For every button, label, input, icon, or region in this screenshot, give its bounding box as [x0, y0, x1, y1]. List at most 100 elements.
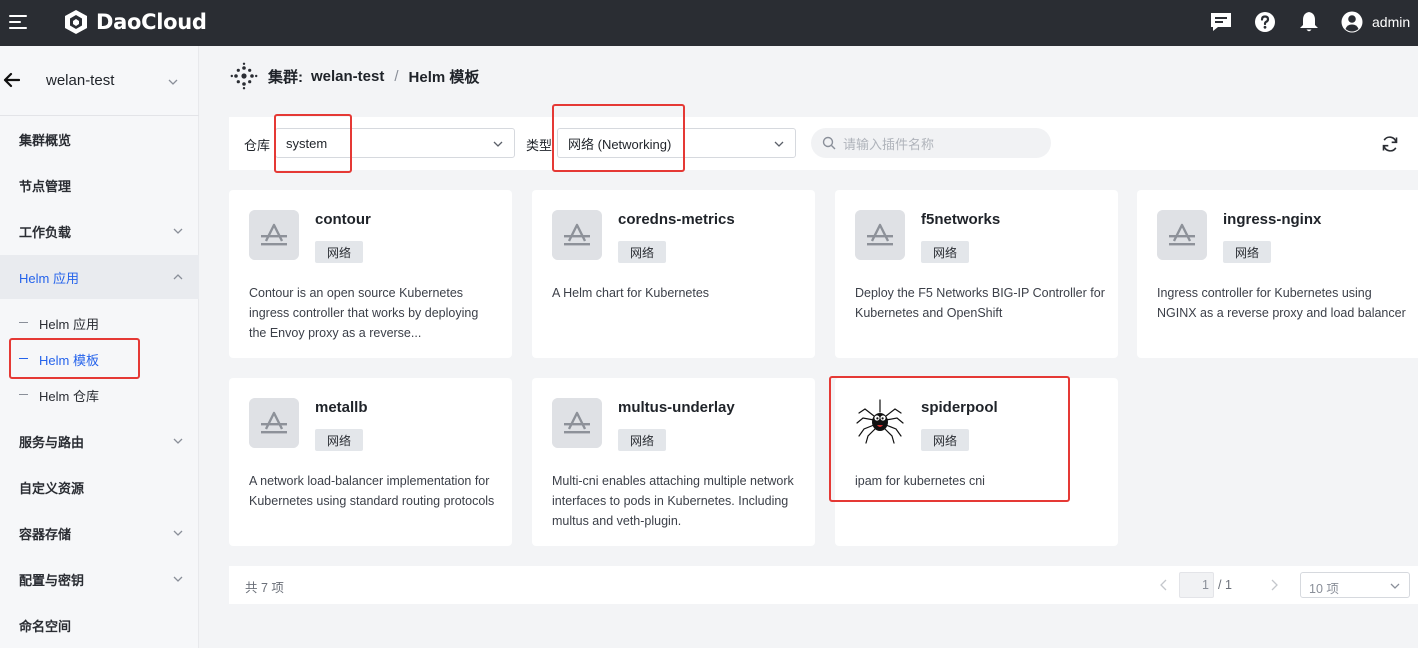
chart-card-description: ipam for kubernetes cni: [855, 474, 985, 488]
page-size-select[interactable]: 10 项: [1300, 572, 1410, 598]
sidebar-item-label: 集群概览: [19, 132, 72, 148]
sidebar-item-label: 服务与路由: [19, 434, 85, 450]
next-page-icon[interactable]: [1269, 579, 1279, 591]
chart-card-ingress-nginx[interactable]: ingress-nginx 网络 Ingress controller for …: [1137, 190, 1418, 358]
chart-card-contour[interactable]: contour 网络 Contour is an open source Kub…: [229, 190, 512, 358]
chevron-down-icon: [493, 141, 503, 147]
chevron-up-icon: [173, 274, 183, 280]
message-icon[interactable]: [1209, 10, 1233, 34]
sidebar-subitem-helm-templates[interactable]: Helm 模板: [0, 341, 199, 377]
spider-icon: [856, 399, 904, 444]
chart-card-title: coredns-metrics: [618, 211, 735, 228]
sidebar-item-helm-apps[interactable]: Helm 应用: [0, 255, 199, 299]
chevron-down-icon: [1390, 583, 1400, 589]
cluster-switcher[interactable]: welan-test: [0, 46, 199, 116]
brand-logo[interactable]: DaoCloud: [62, 7, 207, 37]
chart-placeholder-icon: [855, 210, 905, 260]
search-input[interactable]: 请输入插件名称: [811, 128, 1051, 158]
bell-icon[interactable]: [1297, 10, 1321, 34]
chevron-down-icon: [173, 530, 183, 536]
cluster-icon: [230, 62, 258, 90]
chevron-down-icon: [173, 438, 183, 444]
chart-card-title: f5networks: [921, 211, 1001, 228]
sidebar-item-label: 配置与密钥: [19, 572, 85, 588]
repo-select-value: system: [286, 135, 328, 151]
refresh-icon[interactable]: [1380, 134, 1400, 154]
chevron-down-icon: [774, 141, 784, 147]
page-total: / 1: [1218, 578, 1232, 592]
chart-card-description: A network load-balancer implementation f…: [249, 474, 495, 508]
sidebar-item-label: 自定义资源: [19, 480, 85, 496]
chart-card-tag: 网络: [618, 241, 667, 263]
sidebar-subitem-label: Helm 模板: [39, 352, 99, 368]
chevron-down-icon: [168, 79, 178, 85]
chart-placeholder-icon: [552, 398, 602, 448]
sidebar-item-container-storage[interactable]: 容器存储: [0, 511, 199, 555]
chart-card-spiderpool[interactable]: spiderpool 网络 ipam for kubernetes cni: [835, 378, 1118, 546]
sidebar-item-workloads[interactable]: 工作负载: [0, 209, 199, 253]
sidebar-subitem-label: Helm 应用: [39, 316, 99, 332]
sidebar-item-config-secrets[interactable]: 配置与密钥: [0, 557, 199, 601]
sidebar-item-services-routes[interactable]: 服务与路由: [0, 419, 199, 463]
sidebar-subitem-helm-apps[interactable]: Helm 应用: [0, 305, 199, 341]
chart-placeholder-icon: [552, 210, 602, 260]
chart-card-f5networks[interactable]: f5networks 网络 Deploy the F5 Networks BIG…: [835, 190, 1118, 358]
chart-card-tag: 网络: [1223, 241, 1272, 263]
back-arrow-icon[interactable]: [2, 71, 20, 89]
page-number-input[interactable]: 1: [1179, 572, 1214, 598]
chart-card-metallb[interactable]: metallb 网络 A network load-balancer imple…: [229, 378, 512, 546]
chart-card-title: multus-underlay: [618, 399, 735, 416]
type-select[interactable]: 网络 (Networking): [557, 128, 796, 158]
chart-card-tag: 网络: [315, 429, 364, 451]
sidebar-item-label: 工作负载: [19, 224, 72, 240]
user-name[interactable]: admin: [1372, 14, 1410, 30]
sidebar-item-namespaces[interactable]: 命名空间: [0, 603, 199, 647]
chevron-down-icon: [173, 228, 183, 234]
repo-label: 仓库: [244, 138, 271, 153]
chart-card-multus-underlay[interactable]: multus-underlay 网络 Multi-cni enables att…: [532, 378, 815, 546]
chart-card-title: metallb: [315, 399, 368, 416]
filter-bar: 仓库 system 类型 网络 (Networking) 请输入插件名称: [229, 117, 1418, 170]
type-select-value: 网络 (Networking): [568, 136, 672, 152]
chart-card-description: Deploy the F5 Networks BIG-IP Controller…: [855, 286, 1105, 320]
sidebar-item-nodes[interactable]: 节点管理: [0, 163, 199, 207]
chart-card-title: ingress-nginx: [1223, 211, 1322, 228]
page-title: Helm 模板: [408, 68, 480, 86]
sidebar-item-cluster-overview[interactable]: 集群概览: [0, 117, 199, 161]
prev-page-icon[interactable]: [1159, 579, 1169, 591]
chart-card-description: A Helm chart for Kubernetes: [552, 286, 710, 300]
chart-placeholder-icon: [1157, 210, 1207, 260]
chevron-down-icon: [173, 576, 183, 582]
search-placeholder: 请输入插件名称: [843, 136, 935, 152]
sidebar-subitem-helm-repos[interactable]: Helm 仓库: [0, 377, 199, 413]
chart-placeholder-icon: [249, 210, 299, 260]
brand-name: DaoCloud: [96, 10, 207, 34]
sidebar-item-label: 容器存储: [19, 526, 72, 542]
breadcrumb-cluster[interactable]: welan-test: [311, 68, 384, 85]
search-icon: [822, 136, 836, 150]
chart-card-description: Contour is an open source Kubernetes ing…: [249, 286, 479, 340]
sidebar-subitem-label: Helm 仓库: [39, 388, 99, 404]
sidebar-item-custom-resources[interactable]: 自定义资源: [0, 465, 199, 509]
page-size-value: 10 项: [1309, 582, 1339, 596]
cluster-name: welan-test: [46, 72, 115, 89]
help-icon[interactable]: [1253, 10, 1277, 34]
sidebar-item-label: Helm 应用: [19, 270, 79, 286]
chart-card-tag: 网络: [921, 429, 970, 451]
daocloud-logo-icon: [65, 10, 87, 34]
breadcrumb-separator: /: [394, 67, 399, 85]
chart-card-tag: 网络: [618, 429, 667, 451]
menu-icon[interactable]: [9, 13, 29, 31]
chart-card-title: spiderpool: [921, 399, 998, 416]
sidebar-item-label: 命名空间: [19, 618, 72, 634]
top-bar: DaoCloud admin: [0, 0, 1418, 46]
chart-card-tag: 网络: [921, 241, 970, 263]
sidebar-item-label: 节点管理: [19, 178, 72, 194]
breadcrumb: 集群: welan-test / Helm 模板: [230, 62, 480, 90]
type-label: 类型: [526, 138, 553, 153]
chart-card-coredns-metrics[interactable]: coredns-metrics 网络 A Helm chart for Kube…: [532, 190, 815, 358]
chart-placeholder-icon: [249, 398, 299, 448]
repo-select[interactable]: system: [275, 128, 515, 158]
chart-card-description: Ingress controller for Kubernetes using …: [1157, 286, 1406, 320]
user-icon[interactable]: [1340, 10, 1364, 34]
